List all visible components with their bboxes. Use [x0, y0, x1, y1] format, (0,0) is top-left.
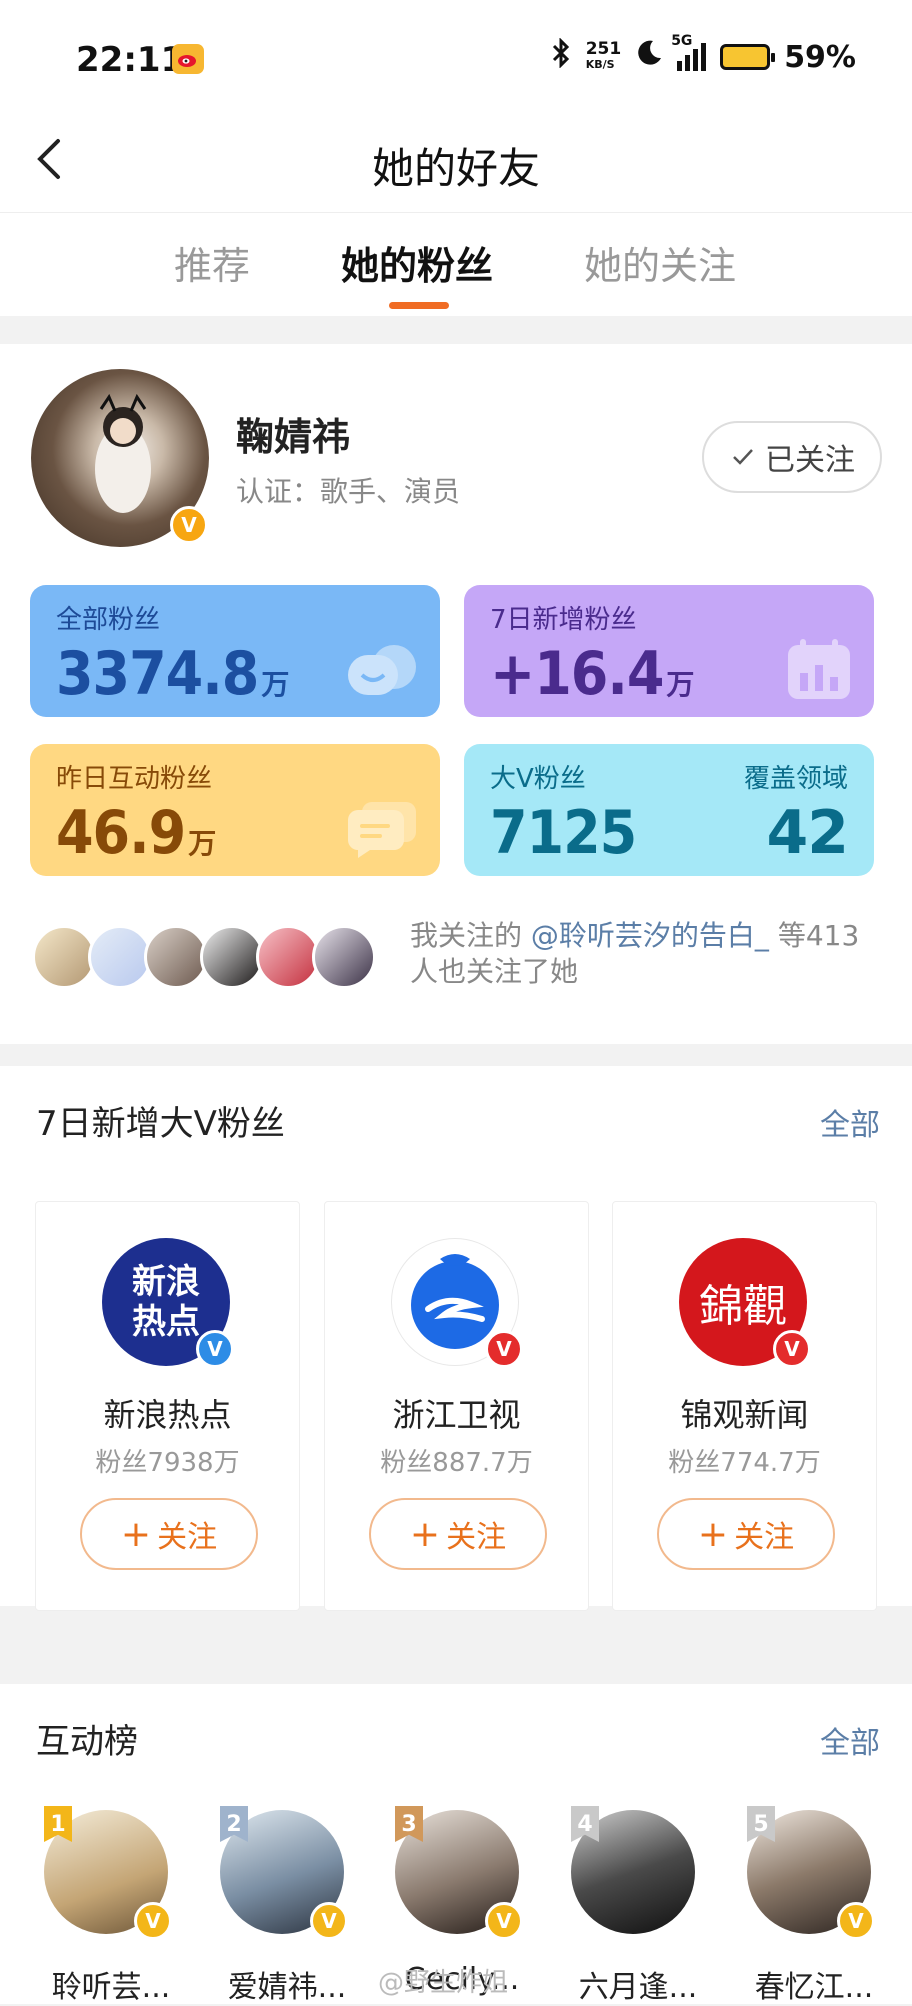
chat-icon — [348, 802, 416, 858]
stat-total-fans[interactable]: 全部粉丝 3374.8 万 — [30, 585, 440, 717]
avatar — [256, 925, 320, 989]
mutual-avatars[interactable] — [32, 925, 376, 989]
stat-label: 大V粉丝 — [490, 764, 586, 794]
avatar — [144, 925, 208, 989]
check-icon — [733, 449, 753, 465]
stat-new-fans-7d[interactable]: 7日新增粉丝 +16.4 万 — [464, 585, 874, 717]
mutual-user-link[interactable]: @聆听芸汐的告白_ — [531, 919, 769, 952]
calendar-chart-icon — [788, 639, 850, 699]
follow-button[interactable]: + 关注 — [80, 1498, 258, 1570]
bigv-card[interactable]: 錦觀 V 锦观新闻 粉丝774.7万 + 关注 — [612, 1201, 877, 1611]
section-title: 7日新增大V粉丝 — [36, 1104, 285, 1144]
plus-icon: + — [697, 1513, 729, 1555]
bigv-name: 锦观新闻 — [680, 1396, 809, 1434]
stat-value: 46.9 万 — [56, 798, 216, 868]
moon-icon — [635, 39, 663, 75]
verified-badge-icon: V — [773, 1330, 811, 1368]
mutual-text: 我关注的 @聆听芸汐的告白_ 等413人也关注了她 — [410, 919, 860, 988]
stat-yesterday-interactive[interactable]: 昨日互动粉丝 46.9 万 — [30, 744, 440, 876]
stat-label: 7日新增粉丝 — [490, 605, 637, 635]
status-bar: 22:11 251 KB/S 5G 59% — [0, 0, 912, 115]
tab-her-fans[interactable]: 她的粉丝 — [341, 235, 493, 290]
stat-label: 全部粉丝 — [56, 605, 161, 635]
verified-badge-icon: V — [170, 506, 208, 544]
bluetooth-icon — [550, 37, 572, 76]
new-bigv-section: 7日新增大V粉丝 全部 新浪热点 V 新浪热点 粉丝7938万 + 关注 V 浙江… — [0, 1066, 912, 1611]
followed-button[interactable]: 已关注 — [702, 421, 882, 493]
profile-name: 鞠婧祎 — [236, 415, 351, 459]
bigv-name: 新浪热点 — [103, 1396, 232, 1434]
signal-icon: 5G — [671, 33, 707, 71]
bigv-card[interactable]: 新浪热点 V 新浪热点 粉丝7938万 + 关注 — [35, 1201, 300, 1611]
verification-text: 认证：歌手、演员 — [236, 475, 461, 508]
tab-indicator — [389, 302, 449, 309]
stat-label: 昨日互动粉丝 — [56, 764, 213, 794]
bigv-name: 浙江卫视 — [392, 1396, 521, 1434]
rank-name: 六月逢... — [578, 1970, 698, 2005]
rank-name: 春忆江... — [754, 1970, 874, 2005]
avatar — [200, 925, 264, 989]
verified-badge-icon: V — [134, 1902, 172, 1940]
follow-button[interactable]: + 关注 — [657, 1498, 835, 1570]
avatar — [312, 925, 376, 989]
page-title: 她的好友 — [371, 144, 540, 193]
fans-icon — [348, 645, 416, 695]
view-all-link[interactable]: 全部 — [820, 1718, 880, 1762]
tab-bar: 推荐 她的粉丝 她的关注 — [0, 213, 912, 316]
verified-badge-icon: V — [485, 1902, 523, 1940]
verified-badge-icon: V — [485, 1330, 523, 1368]
avatar — [32, 925, 96, 989]
follow-button[interactable]: + 关注 — [369, 1498, 547, 1570]
coverage-label: 覆盖领域 — [743, 764, 848, 794]
weibo-app-icon — [172, 44, 204, 74]
section-title: 互动榜 — [36, 1722, 138, 1762]
stat-value: 3374.8 万 — [56, 639, 289, 709]
stat-value: 7125 — [490, 798, 637, 868]
top-nav: 她的好友 — [0, 115, 912, 213]
plus-icon: + — [120, 1513, 152, 1555]
tab-recommend[interactable]: 推荐 — [174, 235, 250, 290]
stat-bigv-fans[interactable]: 大V粉丝 7125 覆盖领域 42 — [464, 744, 874, 876]
view-all-link[interactable]: 全部 — [820, 1100, 880, 1144]
plus-icon: + — [409, 1513, 441, 1555]
bigv-card[interactable]: V 浙江卫视 粉丝887.7万 + 关注 — [324, 1201, 589, 1611]
verified-badge-icon: V — [196, 1330, 234, 1368]
rank-name: 聆听芸... — [51, 1970, 171, 2005]
tab-her-following[interactable]: 她的关注 — [584, 235, 736, 290]
stat-value: +16.4 万 — [490, 639, 694, 709]
coverage-value: 42 — [766, 798, 849, 868]
avatar — [88, 925, 152, 989]
bigv-fans: 粉丝887.7万 — [380, 1448, 533, 1478]
watermark: @野生炸姐 — [378, 1968, 509, 1998]
verified-badge-icon: V — [837, 1902, 875, 1940]
battery-icon — [720, 44, 776, 70]
verified-badge-icon: V — [310, 1902, 348, 1940]
followed-label: 已关注 — [765, 443, 855, 478]
network-speed: 251 KB/S — [585, 39, 622, 72]
battery-percent: 59% — [784, 39, 856, 75]
status-time: 22:11 — [76, 40, 185, 80]
rank-name: 爱婧祎... — [227, 1970, 347, 2005]
bigv-fans: 粉丝774.7万 — [668, 1448, 821, 1478]
bigv-fans: 粉丝7938万 — [95, 1448, 240, 1478]
interaction-rank-section: 互动榜 全部 1 V 聆听芸... 2 V 爱婧祎... 3 V Cecily.… — [0, 1684, 912, 2005]
network-type: 5G — [671, 33, 693, 49]
